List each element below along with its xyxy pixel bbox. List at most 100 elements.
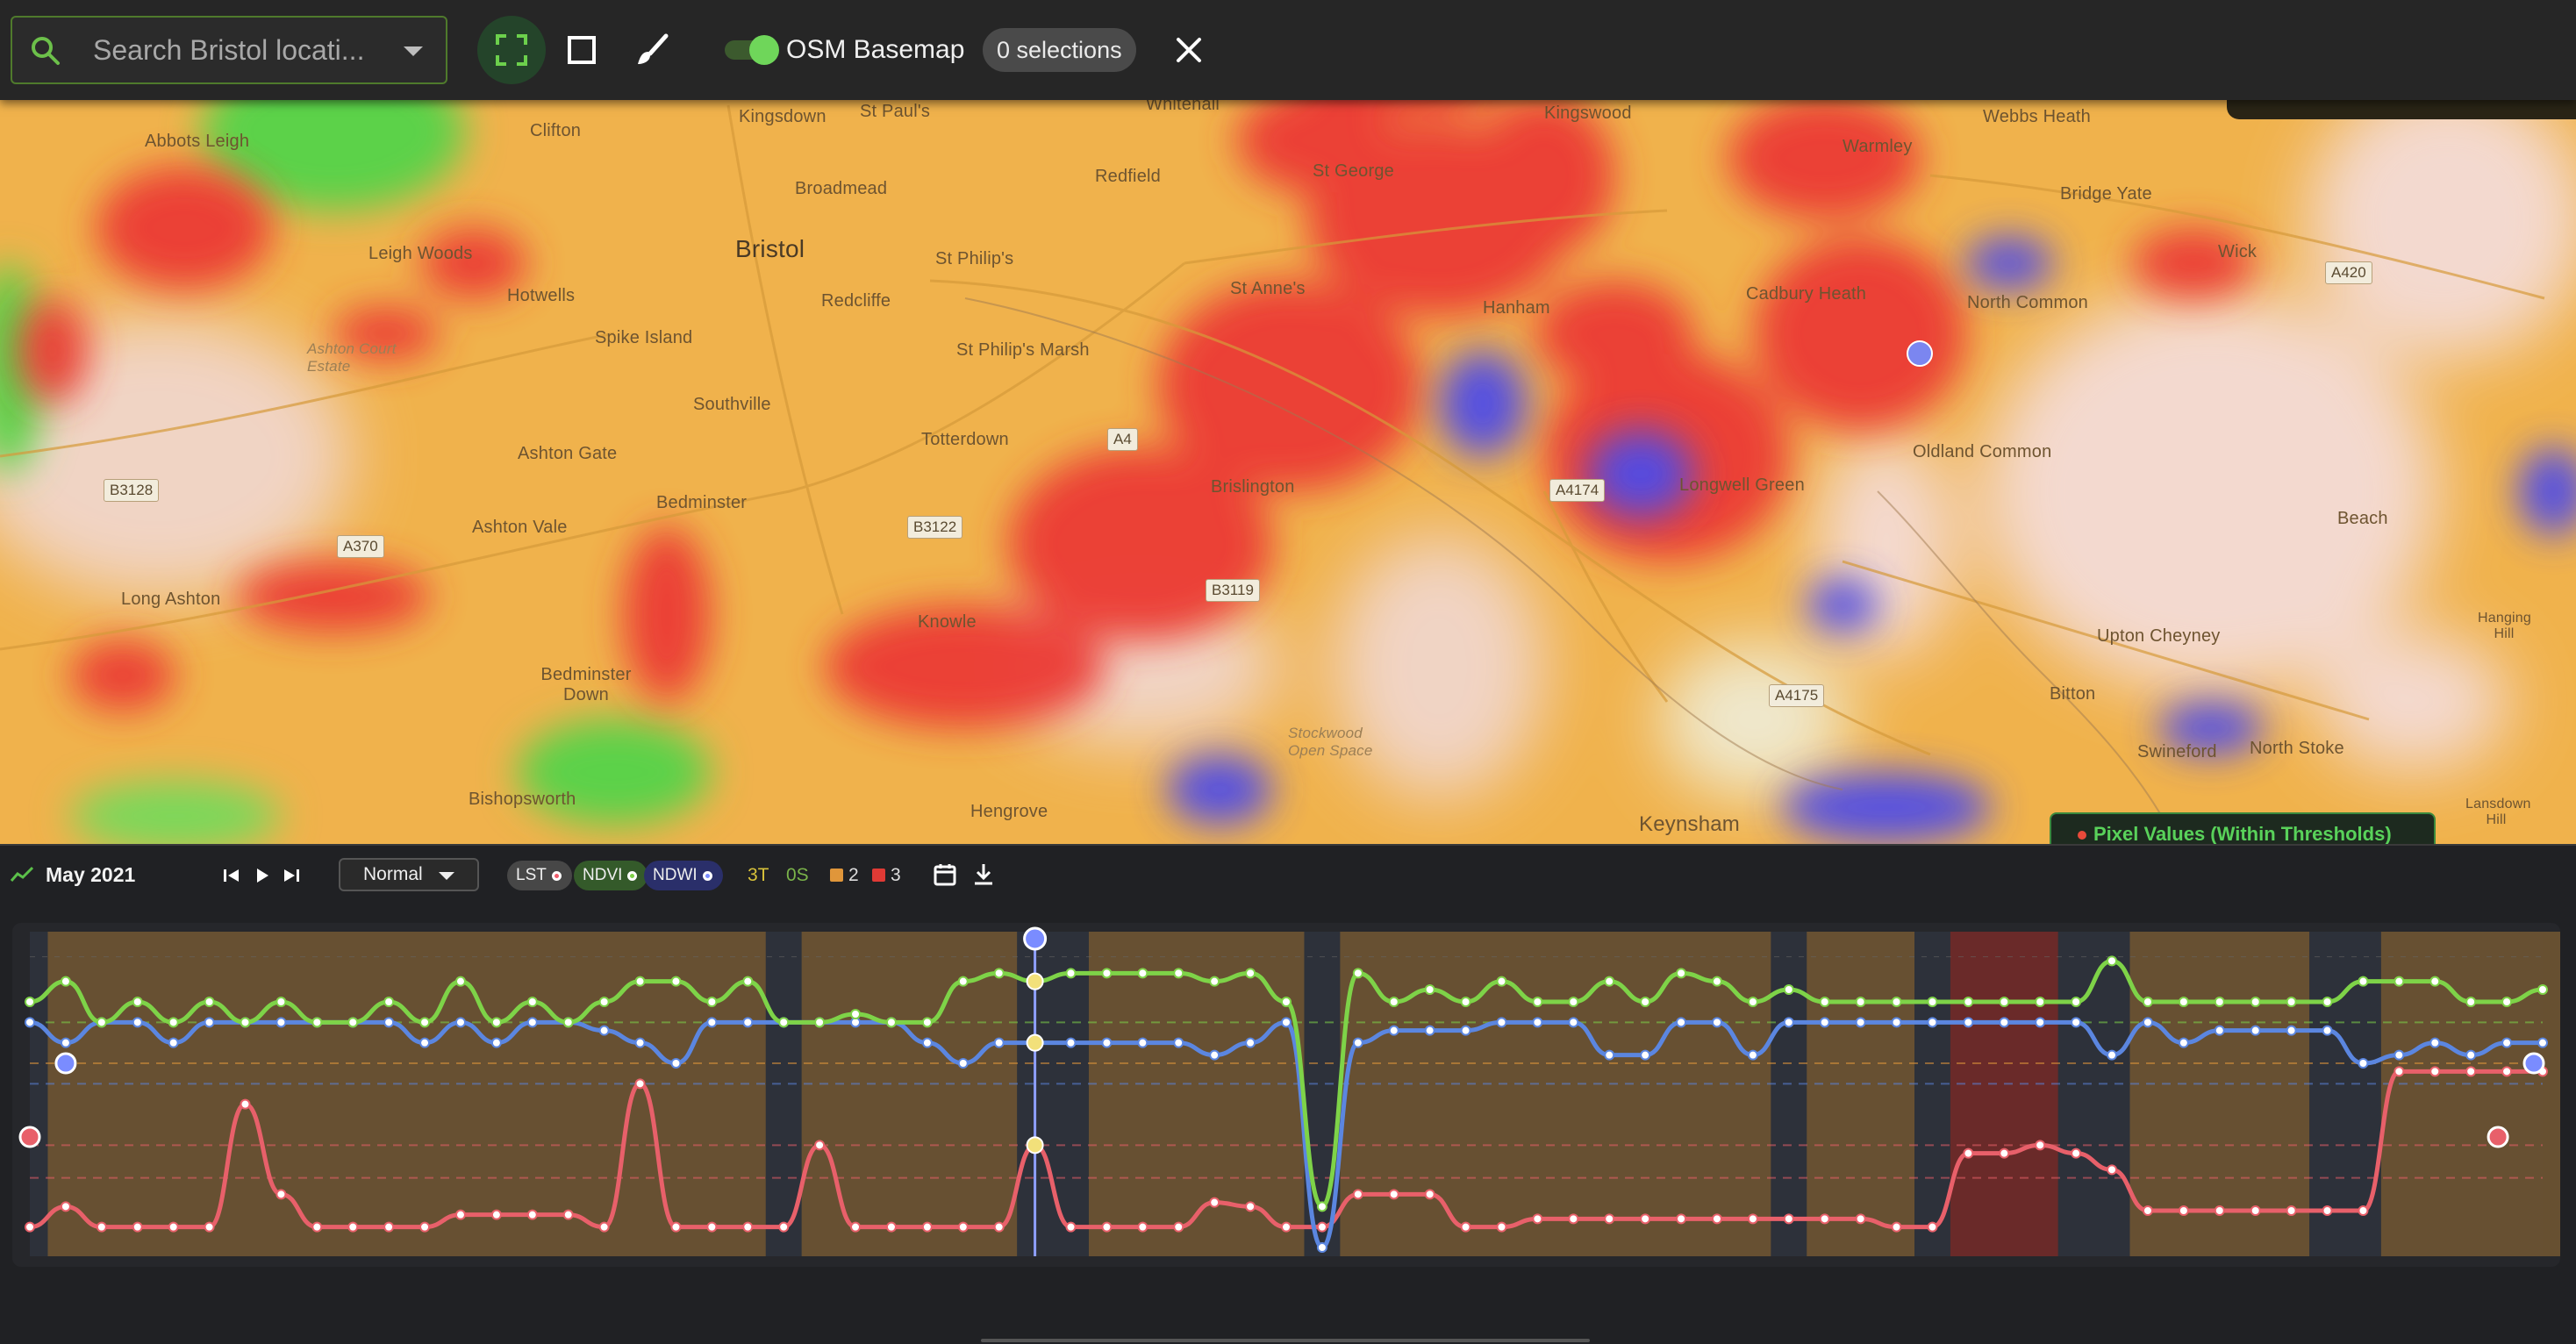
data-point-ndwi bbox=[1388, 1025, 1399, 1036]
data-point-lst bbox=[778, 1221, 790, 1233]
data-point-ndvi bbox=[526, 997, 538, 1007]
level-2-label: 2 bbox=[848, 865, 859, 885]
data-point-lst bbox=[132, 1221, 143, 1233]
place-label: Ashton Court Estate bbox=[307, 340, 397, 375]
skip-forward-icon[interactable] bbox=[279, 863, 304, 888]
data-point-lst bbox=[1855, 1213, 1866, 1225]
data-point-ndvi bbox=[1424, 984, 1435, 995]
data-point-ndwi bbox=[383, 1017, 395, 1028]
skip-back-icon[interactable] bbox=[219, 863, 244, 888]
data-point-ndwi bbox=[60, 1037, 71, 1048]
chevron-down-icon[interactable] bbox=[404, 46, 423, 56]
data-point-ndvi bbox=[957, 976, 969, 987]
search-input[interactable] bbox=[91, 32, 384, 68]
data-point-ndwi bbox=[1640, 1049, 1651, 1061]
data-point-ndwi bbox=[526, 1017, 538, 1028]
calendar-icon[interactable] bbox=[932, 861, 958, 888]
data-point-ndwi bbox=[204, 1017, 215, 1028]
data-point-lst bbox=[1388, 1189, 1399, 1200]
data-point-ndwi bbox=[1281, 1017, 1292, 1028]
ndvi-toggle-chip[interactable]: NDVI bbox=[574, 861, 648, 890]
place-label: Hotwells bbox=[507, 286, 576, 305]
data-point-ndwi bbox=[1316, 1242, 1327, 1253]
data-point-lst bbox=[311, 1221, 323, 1233]
mode-select[interactable]: Normal bbox=[339, 858, 479, 891]
data-point-ndvi bbox=[2358, 976, 2369, 987]
data-point-ndwi bbox=[598, 1025, 610, 1036]
data-point-ndvi bbox=[240, 1017, 251, 1028]
data-point-ndvi bbox=[1747, 997, 1758, 1007]
level-3-legend: 3 bbox=[872, 865, 901, 886]
data-point-ndvi bbox=[1532, 997, 1543, 1007]
data-point-ndwi bbox=[1999, 1017, 2010, 1028]
data-point-ndvi bbox=[132, 997, 143, 1007]
data-point-ndwi bbox=[2537, 1037, 2548, 1048]
data-point-lst bbox=[2501, 1066, 2513, 1077]
place-label: Abbots Leigh bbox=[145, 132, 250, 151]
rectangle-select-button[interactable] bbox=[547, 16, 616, 84]
data-point-ndwi bbox=[993, 1037, 1005, 1048]
road-badge: B3128 bbox=[104, 479, 160, 502]
heatmap-map[interactable]: Abbots Leigh Clifton Kingsdown St Paul's… bbox=[0, 0, 2576, 844]
ndwi-toggle-chip[interactable]: NDWI bbox=[644, 861, 723, 890]
data-point-lst bbox=[1101, 1221, 1113, 1233]
data-point-lst bbox=[634, 1078, 646, 1090]
basemap-toggle[interactable] bbox=[725, 35, 779, 65]
data-point-ndvi bbox=[2035, 997, 2046, 1007]
data-point-lst bbox=[25, 1221, 35, 1233]
location-marker[interactable] bbox=[1907, 340, 1933, 367]
threshold-band-2 bbox=[1088, 932, 1305, 1256]
data-point-lst bbox=[1496, 1221, 1507, 1233]
data-point-ndvi bbox=[670, 976, 682, 987]
data-point-ndvi bbox=[921, 1017, 933, 1028]
fullscreen-select-button[interactable] bbox=[477, 16, 546, 84]
location-search[interactable] bbox=[11, 16, 447, 84]
data-point-ndvi bbox=[1209, 976, 1220, 987]
data-point-ndwi bbox=[1676, 1017, 1687, 1028]
data-point-lst bbox=[1532, 1213, 1543, 1225]
data-point-ndvi bbox=[1065, 968, 1077, 979]
toggle-knob bbox=[749, 35, 779, 65]
data-point-ndwi bbox=[957, 1058, 969, 1069]
data-point-ndwi bbox=[742, 1017, 754, 1028]
close-button[interactable] bbox=[1167, 28, 1211, 72]
data-point-lst bbox=[993, 1221, 1005, 1233]
place-label: Lansdown Hill bbox=[2465, 797, 2531, 827]
play-icon[interactable] bbox=[249, 863, 274, 888]
data-point-lst bbox=[1460, 1221, 1471, 1233]
place-label: St Philip's bbox=[935, 249, 1014, 268]
place-label: Bridge Yate bbox=[2060, 184, 2152, 204]
data-point-ndvi bbox=[598, 997, 610, 1007]
data-point-ndvi bbox=[1245, 968, 1256, 979]
data-point-ndwi bbox=[2071, 1017, 2082, 1028]
data-point-lst bbox=[885, 1221, 897, 1233]
data-point-lst bbox=[2178, 1205, 2189, 1216]
data-point-lst bbox=[383, 1221, 395, 1233]
data-point-ndvi bbox=[2214, 997, 2225, 1007]
pixel-values-panel[interactable]: Pixel Values (Within Thresholds) bbox=[2050, 812, 2436, 844]
place-label: North Common bbox=[1967, 293, 2088, 312]
place-label: Webbs Heath bbox=[1983, 107, 2092, 126]
data-point-ndvi bbox=[311, 1017, 323, 1028]
download-icon[interactable] bbox=[970, 861, 997, 888]
data-point-ndwi bbox=[2035, 1017, 2046, 1028]
data-point-ndvi bbox=[2142, 997, 2153, 1007]
data-point-ndvi bbox=[814, 1017, 826, 1028]
timeseries-chart[interactable] bbox=[12, 923, 2560, 1267]
road-badge: B3122 bbox=[907, 516, 963, 539]
data-point-ndvi bbox=[96, 1017, 107, 1028]
data-point-ndwi bbox=[670, 1058, 682, 1069]
place-label: Swineford bbox=[2137, 742, 2217, 761]
data-point-lst bbox=[60, 1201, 71, 1212]
data-point-ndvi bbox=[1604, 976, 1615, 987]
brush-select-button[interactable] bbox=[618, 16, 686, 84]
map-canvas[interactable] bbox=[0, 0, 2576, 844]
chart-svg[interactable] bbox=[12, 923, 2560, 1267]
close-icon bbox=[1177, 38, 1201, 62]
level-2-swatch bbox=[830, 869, 843, 882]
panel-resize-handle[interactable] bbox=[981, 1339, 1590, 1342]
lst-toggle-chip[interactable]: LST bbox=[507, 861, 572, 890]
data-point-ndvi bbox=[168, 1017, 179, 1028]
place-label: Leigh Woods bbox=[369, 244, 473, 263]
data-point-lst bbox=[2071, 1147, 2082, 1159]
